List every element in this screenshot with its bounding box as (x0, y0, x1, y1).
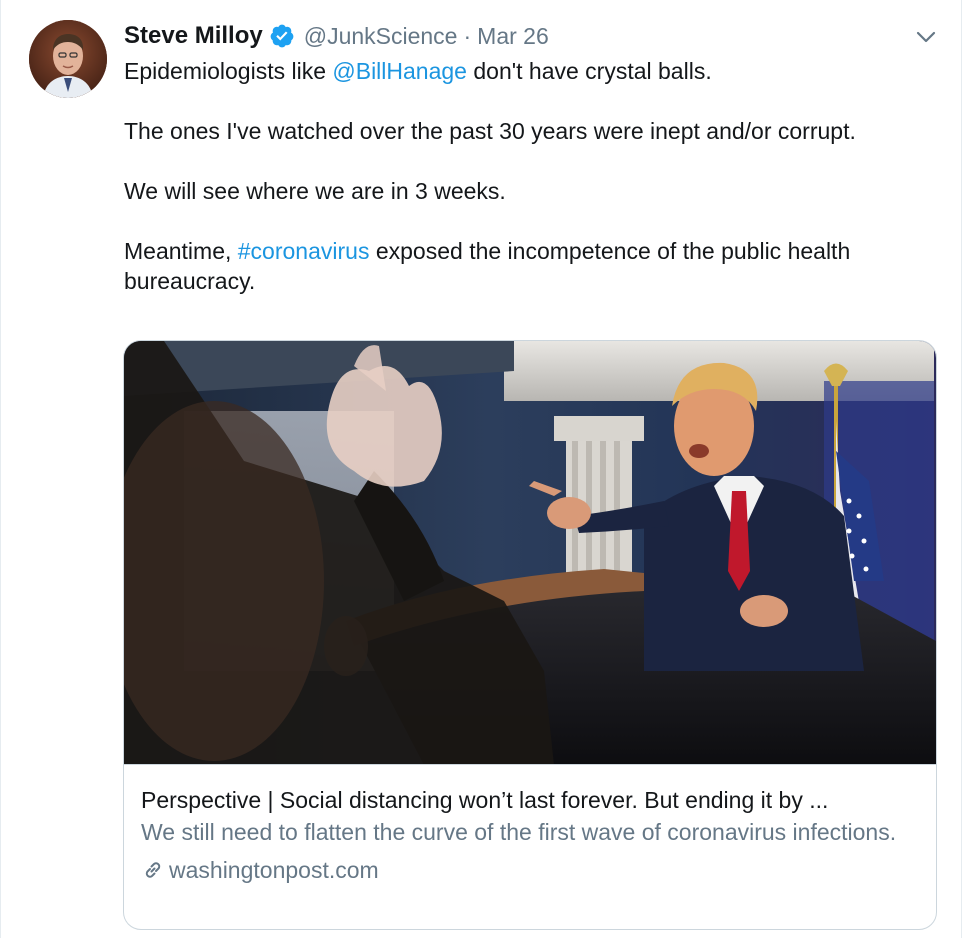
card-domain-label[interactable]: washingtonpost.com (169, 855, 379, 885)
link-icon (141, 858, 165, 882)
text-segment: don't have crystal balls. (466, 58, 712, 84)
card-photo[interactable] (124, 341, 936, 765)
card-domain[interactable]: washingtonpost.com (141, 855, 921, 885)
avatar[interactable] (29, 20, 107, 98)
card-description: We still need to flatten the curve of th… (141, 819, 897, 845)
verified-badge-icon (269, 23, 295, 49)
tweet-paragraph-1: Epidemiologists like @BillHanage don't h… (124, 56, 944, 86)
chevron-down-icon[interactable] (913, 24, 939, 50)
tweet-paragraph-4: Meantime, #coronavirus exposed the incom… (124, 236, 944, 296)
text-segment: Meantime, (124, 238, 238, 264)
mention-link[interactable]: @BillHanage (332, 58, 467, 84)
tweet-text: Epidemiologists like @BillHanage don't h… (124, 56, 944, 296)
tweet-date[interactable]: Mar 26 (477, 23, 549, 50)
tweet[interactable]: Steve Milloy @JunkScience · Mar 26 Epide… (0, 0, 962, 938)
tweet-paragraph-2: The ones I've watched over the past 30 y… (124, 118, 856, 144)
card-body[interactable]: Perspective | Social distancing won’t la… (141, 785, 921, 885)
card-title[interactable]: Perspective | Social distancing won’t la… (141, 785, 921, 815)
author-display-name[interactable]: Steve Milloy (124, 22, 263, 50)
hashtag-link[interactable]: #coronavirus (238, 238, 370, 264)
text-segment: Epidemiologists like (124, 58, 333, 84)
header-separator: · (463, 22, 472, 49)
tweet-paragraph-3: We will see where we are in 3 weeks. (124, 178, 506, 204)
author-handle[interactable]: @JunkScience (304, 23, 458, 50)
tweet-header: Steve Milloy @JunkScience · Mar 26 (124, 20, 549, 52)
link-preview-card[interactable]: Perspective | Social distancing won’t la… (123, 340, 937, 930)
